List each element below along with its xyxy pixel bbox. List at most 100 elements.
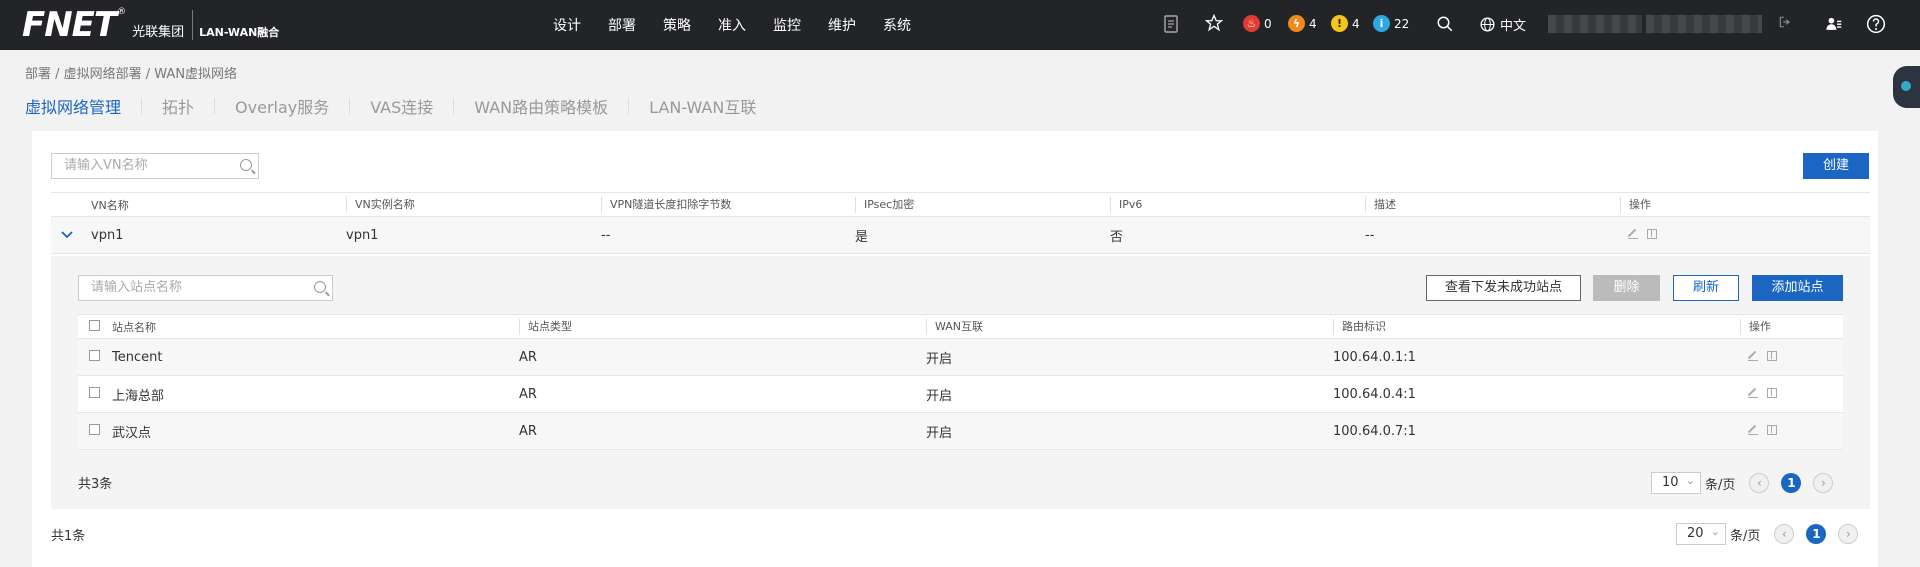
- site-actions-cell: [1740, 338, 1843, 376]
- delete-icon[interactable]: [1647, 228, 1657, 239]
- site-type-cell: AR: [519, 338, 926, 376]
- top-bar: FNET ® 光联集团 LAN-WAN融合 设计 部署 策略 准入 监控 维护 …: [0, 0, 1920, 50]
- row-checkbox[interactable]: [89, 386, 100, 398]
- col-ipsec: IPsec加密: [855, 192, 1110, 217]
- help-icon[interactable]: [1866, 14, 1886, 34]
- page-tabs: 虚拟网络管理 拓扑 Overlay服务 VAS连接 WAN路由策略模板 LAN-…: [25, 94, 776, 118]
- select-all-checkbox[interactable]: [89, 319, 100, 331]
- user-settings-icon[interactable]: [1825, 15, 1842, 32]
- alarm-critical-count: 0: [1264, 16, 1272, 31]
- nav-access[interactable]: 准入: [718, 15, 746, 35]
- edit-icon[interactable]: [1628, 229, 1638, 239]
- prev-page-button[interactable]: ‹: [1774, 524, 1795, 544]
- vn-page-size-select[interactable]: 20: [1676, 522, 1726, 545]
- col-label: 站点名称: [112, 320, 156, 334]
- row-select: [78, 375, 112, 413]
- expand-toggle[interactable]: [51, 216, 91, 254]
- main-nav: 设计 部署 策略 准入 监控 维护 系统: [553, 0, 938, 50]
- edit-icon[interactable]: [1748, 388, 1758, 398]
- nav-deploy[interactable]: 部署: [608, 15, 636, 35]
- alarm-minor-count: 4: [1352, 16, 1360, 31]
- col-label: 操作: [1749, 320, 1771, 333]
- row-checkbox[interactable]: [89, 423, 100, 435]
- col-label: VN实例名称: [355, 198, 415, 211]
- edit-icon[interactable]: [1748, 351, 1758, 361]
- tenant-info-blurred: [1646, 15, 1762, 33]
- logout-icon[interactable]: [1778, 15, 1792, 29]
- edit-icon[interactable]: [1748, 425, 1758, 435]
- star-icon[interactable]: [1205, 14, 1223, 32]
- tab-wan-route-policy[interactable]: WAN路由策略模板: [474, 94, 630, 118]
- view-failed-sites-button[interactable]: 查看下发未成功站点: [1426, 275, 1581, 301]
- tab-label: Overlay服务: [235, 98, 330, 117]
- logo-group-name: 光联集团: [132, 24, 185, 40]
- nav-policy[interactable]: 策略: [663, 15, 691, 35]
- search-icon[interactable]: [1436, 15, 1454, 33]
- alarm-info[interactable]: i 22: [1373, 15, 1409, 32]
- notes-icon[interactable]: [1163, 15, 1179, 33]
- prev-page-button[interactable]: ‹: [1749, 473, 1770, 493]
- alarm-critical[interactable]: ♨ 0: [1243, 15, 1272, 32]
- site-rd-cell: 100.64.0.4:1: [1333, 375, 1740, 413]
- add-site-button[interactable]: 添加站点: [1752, 275, 1843, 301]
- floating-assistant-widget[interactable]: [1893, 66, 1920, 108]
- create-button[interactable]: 创建: [1803, 153, 1869, 179]
- col-label: IPsec加密: [864, 198, 915, 211]
- current-page[interactable]: 1: [1806, 524, 1827, 544]
- tab-vn-management[interactable]: 虚拟网络管理: [25, 94, 143, 118]
- nav-maintain[interactable]: 维护: [828, 15, 856, 35]
- row-select: [78, 412, 112, 450]
- site-wan-cell: 开启: [926, 412, 1333, 450]
- col-label: 操作: [1629, 198, 1651, 211]
- alarm-major[interactable]: ϟ 4: [1288, 15, 1317, 32]
- nav-monitor[interactable]: 监控: [773, 15, 801, 35]
- chevron-down-icon: [61, 230, 73, 238]
- user-info-blurred: [1548, 15, 1642, 33]
- alarm-info-count: 22: [1394, 16, 1410, 31]
- site-rd-cell: 100.64.0.1:1: [1333, 338, 1740, 376]
- tab-divider: [141, 98, 143, 114]
- nav-system[interactable]: 系统: [883, 15, 911, 35]
- language-switch[interactable]: 中文: [1479, 15, 1526, 34]
- delete-button[interactable]: 删除: [1593, 275, 1660, 301]
- refresh-button[interactable]: 刷新: [1673, 275, 1739, 301]
- tab-overlay-service[interactable]: Overlay服务: [235, 94, 351, 118]
- col-vn-instance: VN实例名称: [346, 192, 601, 217]
- table-row[interactable]: Tencent AR 开启 100.64.0.1:1: [78, 338, 1843, 376]
- table-row[interactable]: vpn1 vpn1 -- 是 否 --: [51, 216, 1870, 254]
- search-icon[interactable]: [240, 159, 252, 171]
- tab-lan-wan-interconnect[interactable]: LAN-WAN互联: [649, 94, 756, 118]
- logo-divider: [192, 10, 194, 40]
- nav-design[interactable]: 设计: [553, 15, 581, 35]
- vn-search-input[interactable]: 请输入VN名称: [51, 153, 259, 179]
- site-type-cell: AR: [519, 375, 926, 413]
- col-route-distinguisher: 路由标识: [1333, 314, 1740, 339]
- current-page[interactable]: 1: [1781, 473, 1802, 493]
- col-divider: [346, 197, 347, 213]
- alarm-minor[interactable]: ! 4: [1331, 15, 1360, 32]
- col-label: 站点类型: [528, 320, 572, 333]
- row-checkbox[interactable]: [89, 349, 100, 361]
- table-row[interactable]: 武汉点 AR 开启 100.64.0.7:1: [78, 412, 1843, 450]
- next-page-button[interactable]: ›: [1838, 524, 1859, 544]
- delete-icon[interactable]: [1767, 387, 1777, 398]
- vn-pagination: 20 条/页 ‹ 1 ›: [1676, 522, 1859, 545]
- tab-topology[interactable]: 拓扑: [162, 94, 216, 118]
- site-wan-cell: 开启: [926, 375, 1333, 413]
- search-icon[interactable]: [314, 281, 326, 293]
- exclamation-icon: !: [1331, 15, 1348, 32]
- vn-search-placeholder: 请输入VN名称: [64, 158, 148, 173]
- site-name-cell: 上海总部: [112, 375, 519, 413]
- site-search-input[interactable]: 请输入站点名称: [78, 275, 333, 301]
- delete-icon[interactable]: [1767, 350, 1777, 361]
- site-page-size-select[interactable]: 10: [1651, 471, 1701, 494]
- delete-icon[interactable]: [1767, 424, 1777, 435]
- col-label: VN名称: [91, 198, 129, 212]
- table-row[interactable]: 上海总部 AR 开启 100.64.0.4:1: [78, 375, 1843, 413]
- tab-vas-connection[interactable]: VAS连接: [370, 94, 455, 118]
- site-actions-cell: [1740, 375, 1843, 413]
- next-page-button[interactable]: ›: [1813, 473, 1834, 493]
- vn-name-cell: vpn1: [91, 216, 346, 254]
- vn-total: 共1条: [51, 525, 85, 544]
- site-total: 共3条: [78, 473, 112, 492]
